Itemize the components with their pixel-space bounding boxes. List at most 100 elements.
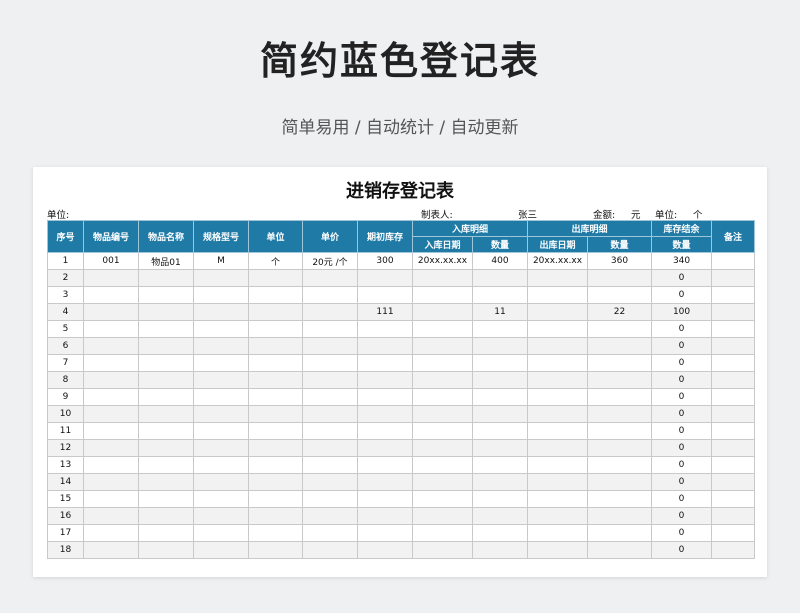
- cell-in-qty[interactable]: [471, 524, 529, 542]
- cell-seq[interactable]: 11: [47, 422, 84, 440]
- cell-out-qty[interactable]: 22: [587, 303, 653, 321]
- cell-seq[interactable]: 18: [47, 541, 84, 559]
- cell-item-code[interactable]: [83, 507, 139, 525]
- cell-balance-qty[interactable]: 0: [651, 439, 713, 457]
- cell-seq[interactable]: 9: [47, 388, 84, 406]
- cell-seq[interactable]: 7: [47, 354, 84, 372]
- cell-in-date[interactable]: [412, 320, 473, 338]
- cell-in-qty[interactable]: [471, 337, 529, 355]
- cell-in-qty[interactable]: [471, 439, 529, 457]
- cell-out-qty[interactable]: [587, 286, 653, 304]
- cell-item-code[interactable]: [83, 286, 139, 304]
- cell-opening-stock[interactable]: [357, 422, 413, 440]
- cell-item-code[interactable]: [83, 337, 139, 355]
- cell-balance-qty[interactable]: 0: [651, 388, 713, 406]
- cell-item-code[interactable]: [83, 354, 139, 372]
- cell-price[interactable]: [302, 422, 358, 440]
- cell-remark[interactable]: [711, 286, 756, 304]
- cell-spec[interactable]: [193, 507, 249, 525]
- cell-item-code[interactable]: [83, 473, 139, 491]
- cell-remark[interactable]: [711, 439, 756, 457]
- cell-in-qty[interactable]: [471, 269, 529, 287]
- cell-balance-qty[interactable]: 0: [651, 320, 713, 338]
- cell-unit[interactable]: [248, 405, 303, 423]
- cell-out-qty[interactable]: [587, 490, 653, 508]
- cell-seq[interactable]: 8: [47, 371, 84, 389]
- cell-spec[interactable]: [193, 388, 249, 406]
- cell-in-date[interactable]: [412, 439, 473, 457]
- cell-spec[interactable]: [193, 490, 249, 508]
- cell-out-date[interactable]: [527, 320, 589, 338]
- cell-seq[interactable]: 14: [47, 473, 84, 491]
- cell-opening-stock[interactable]: [357, 473, 413, 491]
- cell-seq[interactable]: 15: [47, 490, 84, 508]
- cell-remark[interactable]: [711, 303, 756, 321]
- cell-item-name[interactable]: [138, 490, 194, 508]
- cell-balance-qty[interactable]: 340: [651, 252, 713, 270]
- cell-opening-stock[interactable]: [357, 507, 413, 525]
- cell-balance-qty[interactable]: 0: [651, 354, 713, 372]
- cell-spec[interactable]: [193, 320, 249, 338]
- cell-out-date[interactable]: [527, 371, 589, 389]
- cell-in-date[interactable]: [412, 473, 473, 491]
- cell-in-qty[interactable]: [471, 388, 529, 406]
- cell-balance-qty[interactable]: 0: [651, 473, 713, 491]
- cell-item-name[interactable]: [138, 456, 194, 474]
- cell-spec[interactable]: [193, 473, 249, 491]
- cell-out-date[interactable]: [527, 303, 589, 321]
- cell-item-name[interactable]: [138, 473, 194, 491]
- cell-out-date[interactable]: [527, 337, 589, 355]
- cell-out-date[interactable]: [527, 269, 589, 287]
- cell-out-qty[interactable]: [587, 388, 653, 406]
- cell-out-qty[interactable]: [587, 337, 653, 355]
- cell-price[interactable]: [302, 269, 358, 287]
- cell-unit[interactable]: [248, 303, 303, 321]
- cell-item-name[interactable]: [138, 303, 194, 321]
- cell-opening-stock[interactable]: [357, 371, 413, 389]
- cell-in-qty[interactable]: 400: [471, 252, 529, 270]
- cell-item-name[interactable]: [138, 524, 194, 542]
- cell-in-qty[interactable]: [471, 320, 529, 338]
- cell-out-date[interactable]: [527, 456, 589, 474]
- cell-price[interactable]: [302, 507, 358, 525]
- cell-remark[interactable]: [711, 354, 756, 372]
- cell-price[interactable]: [302, 303, 358, 321]
- cell-price[interactable]: [302, 388, 358, 406]
- cell-price[interactable]: [302, 337, 358, 355]
- cell-seq[interactable]: 6: [47, 337, 84, 355]
- cell-in-date[interactable]: [412, 269, 473, 287]
- cell-out-qty[interactable]: [587, 524, 653, 542]
- cell-remark[interactable]: [711, 507, 756, 525]
- cell-seq[interactable]: 5: [47, 320, 84, 338]
- cell-balance-qty[interactable]: 0: [651, 269, 713, 287]
- cell-price[interactable]: [302, 405, 358, 423]
- cell-item-code[interactable]: [83, 541, 139, 559]
- cell-item-code[interactable]: [83, 371, 139, 389]
- cell-item-code[interactable]: [83, 456, 139, 474]
- cell-in-qty[interactable]: [471, 371, 529, 389]
- cell-unit[interactable]: [248, 320, 303, 338]
- cell-in-qty[interactable]: [471, 286, 529, 304]
- cell-item-code[interactable]: [83, 405, 139, 423]
- cell-unit[interactable]: [248, 456, 303, 474]
- cell-unit[interactable]: [248, 388, 303, 406]
- cell-in-qty[interactable]: [471, 405, 529, 423]
- cell-opening-stock[interactable]: 111: [357, 303, 413, 321]
- cell-balance-qty[interactable]: 0: [651, 337, 713, 355]
- cell-opening-stock[interactable]: [357, 388, 413, 406]
- cell-item-name[interactable]: [138, 354, 194, 372]
- cell-opening-stock[interactable]: [357, 337, 413, 355]
- cell-price[interactable]: 20元 /个: [302, 252, 358, 270]
- cell-spec[interactable]: [193, 337, 249, 355]
- cell-item-name[interactable]: [138, 388, 194, 406]
- cell-price[interactable]: [302, 439, 358, 457]
- cell-out-qty[interactable]: [587, 269, 653, 287]
- cell-in-date[interactable]: [412, 422, 473, 440]
- cell-price[interactable]: [302, 320, 358, 338]
- cell-seq[interactable]: 10: [47, 405, 84, 423]
- cell-out-qty[interactable]: [587, 439, 653, 457]
- cell-out-date[interactable]: [527, 524, 589, 542]
- cell-out-qty[interactable]: [587, 371, 653, 389]
- cell-unit[interactable]: [248, 354, 303, 372]
- cell-price[interactable]: [302, 286, 358, 304]
